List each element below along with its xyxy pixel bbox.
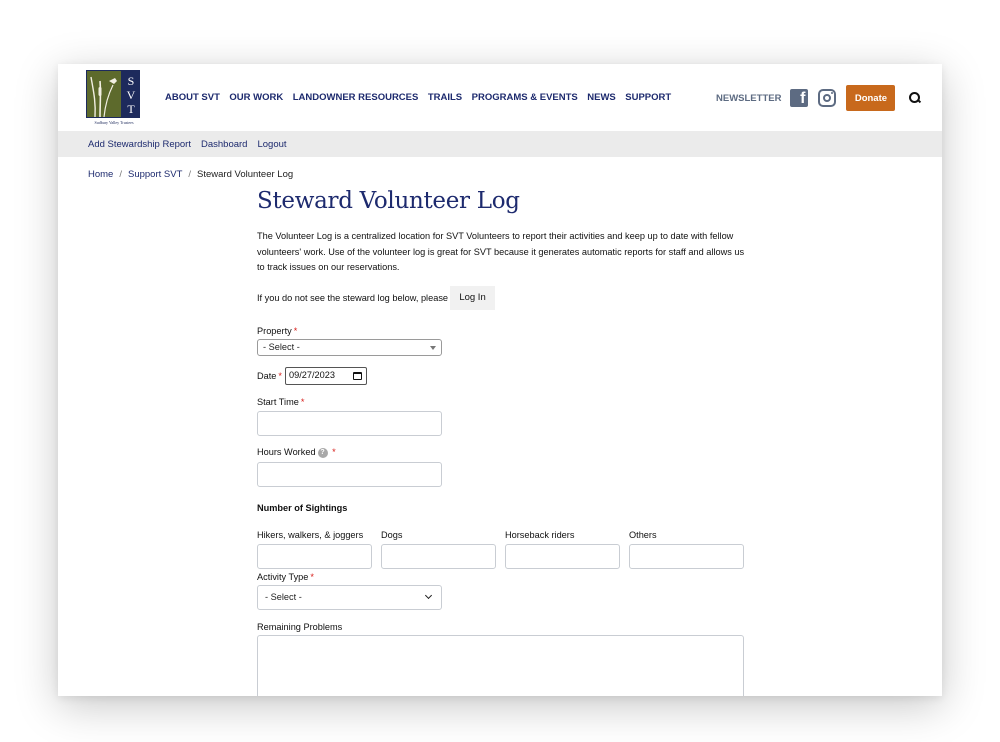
logo-letter: V <box>126 88 136 102</box>
breadcrumb-home[interactable]: Home <box>88 169 113 180</box>
property-label-text: Property <box>257 326 292 336</box>
sighting-label: Dogs <box>381 530 403 540</box>
svt-logo[interactable]: S V T Sudbury Valley Trustees <box>86 70 142 126</box>
nav-programs-events[interactable]: PROGRAMS & EVENTS <box>472 92 578 103</box>
nav-news[interactable]: NEWS <box>587 92 616 103</box>
breadcrumb-separator: / <box>119 169 122 180</box>
sightings-section: Number of Sightings Hikers, walkers, & j… <box>257 498 753 569</box>
date-label: Date * <box>257 371 282 381</box>
site-header: S V T Sudbury Valley Trustees ABOUT SVT … <box>58 64 942 131</box>
subnav-dashboard[interactable]: Dashboard <box>201 139 247 150</box>
sighting-label: Others <box>629 530 657 540</box>
breadcrumb-support-svt[interactable]: Support SVT <box>128 169 182 180</box>
nav-our-work[interactable]: OUR WORK <box>229 92 283 103</box>
breadcrumb: Home / Support SVT / Steward Volunteer L… <box>88 169 293 180</box>
date-input[interactable]: 09/27/2023 <box>285 367 367 385</box>
activity-type-label: Activity Type * <box>257 572 442 582</box>
caret-down-icon <box>430 346 436 350</box>
sighting-horseback: Horseback riders <box>505 530 629 569</box>
remaining-problems-textarea[interactable] <box>257 635 744 696</box>
date-label-text: Date <box>257 371 277 381</box>
start-time-label: Start Time * <box>257 397 442 407</box>
subnav-add-stewardship-report[interactable]: Add Stewardship Report <box>88 139 191 150</box>
user-subnav: Add Stewardship Report Dashboard Logout <box>58 131 942 157</box>
login-prompt-row: If you do not see the steward log below,… <box>257 285 747 310</box>
sightings-title: Number of Sightings <box>257 503 348 513</box>
hikers-input[interactable] <box>257 544 372 569</box>
start-time-field: Start Time * <box>257 397 442 436</box>
hours-worked-label: Hours Worked? * <box>257 447 442 458</box>
nav-support[interactable]: SUPPORT <box>625 92 671 103</box>
sighting-dogs: Dogs <box>381 530 505 569</box>
remaining-problems-field: Remaining Problems <box>257 622 744 696</box>
browser-page: S V T Sudbury Valley Trustees ABOUT SVT … <box>58 64 942 696</box>
main-content: Steward Volunteer Log The Volunteer Log … <box>257 188 747 310</box>
activity-type-select[interactable]: - Select - <box>257 585 442 610</box>
logo-letter: T <box>127 102 135 116</box>
header-tools: NEWSLETTER f Donate <box>716 85 921 111</box>
intro-text: The Volunteer Log is a centralized locat… <box>257 231 745 272</box>
nav-landowner-resources[interactable]: LANDOWNER RESOURCES <box>293 92 419 103</box>
remaining-problems-label: Remaining Problems <box>257 622 343 632</box>
logo-letters: S V T <box>122 70 140 118</box>
facebook-glyph: f <box>800 90 806 107</box>
nav-trails[interactable]: TRAILS <box>428 92 462 103</box>
search-icon[interactable] <box>909 92 921 104</box>
sighting-label: Hikers, walkers, & joggers <box>257 530 364 540</box>
property-select[interactable]: - Select - <box>257 339 442 356</box>
start-time-label-text: Start Time <box>257 397 299 407</box>
sighting-hikers: Hikers, walkers, & joggers <box>257 530 381 569</box>
required-mark: * <box>310 572 314 582</box>
instagram-icon[interactable] <box>818 89 837 107</box>
date-value: 09/27/2023 <box>289 370 335 380</box>
logo-letter: S <box>127 74 135 88</box>
reed-icon <box>90 76 117 118</box>
required-mark: * <box>332 447 336 457</box>
activity-type-value: - Select - <box>265 592 302 602</box>
newsletter-link[interactable]: NEWSLETTER <box>716 93 781 104</box>
hours-worked-field: Hours Worked? * <box>257 447 442 487</box>
required-mark: * <box>293 326 298 336</box>
others-input[interactable] <box>629 544 744 569</box>
logo-caption: Sudbury Valley Trustees <box>94 120 134 125</box>
login-prompt: If you do not see the steward log below,… <box>257 292 449 303</box>
dogs-input[interactable] <box>381 544 496 569</box>
hours-worked-label-text: Hours Worked <box>257 447 316 457</box>
logo-reed-panel <box>86 70 122 118</box>
nav-about-svt[interactable]: ABOUT SVT <box>165 92 220 103</box>
sightings-row: Hikers, walkers, & joggers Dogs Horsebac… <box>257 530 753 569</box>
activity-type-label-text: Activity Type <box>257 572 309 582</box>
main-nav: ABOUT SVT OUR WORK LANDOWNER RESOURCES T… <box>165 92 681 103</box>
sighting-label: Horseback riders <box>505 530 575 540</box>
required-mark: * <box>300 397 305 407</box>
facebook-icon[interactable]: f <box>790 89 809 107</box>
date-field: Date * 09/27/2023 <box>257 367 367 385</box>
property-field: Property * - Select - <box>257 326 442 356</box>
horseback-input[interactable] <box>505 544 620 569</box>
sighting-others: Others <box>629 530 753 569</box>
help-icon[interactable]: ? <box>317 447 328 458</box>
chevron-down-icon <box>424 591 433 600</box>
required-mark: * <box>278 371 282 381</box>
breadcrumb-current: Steward Volunteer Log <box>197 169 294 180</box>
start-time-input[interactable] <box>257 411 442 436</box>
calendar-icon[interactable] <box>353 372 362 380</box>
log-in-button[interactable]: Log In <box>450 285 496 310</box>
breadcrumb-separator: / <box>188 169 192 180</box>
activity-type-field: Activity Type * - Select - <box>257 572 442 610</box>
page-title: Steward Volunteer Log <box>257 188 520 214</box>
hours-worked-input[interactable] <box>257 461 442 487</box>
subnav-logout[interactable]: Logout <box>257 139 286 150</box>
property-select-value: - Select - <box>263 342 300 352</box>
donate-button[interactable]: Donate <box>846 85 896 111</box>
property-label: Property * <box>257 326 442 336</box>
